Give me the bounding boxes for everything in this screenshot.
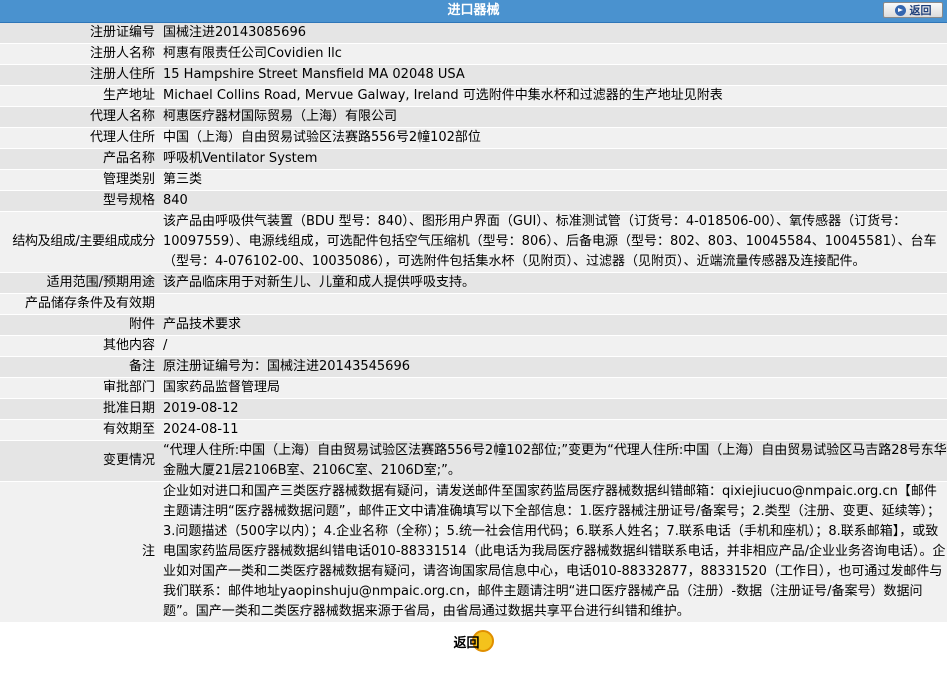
note-text: 企业如对进口和国产三类医疗器械数据有疑问，请发送邮件至国家药监局医疗器械数据纠错… [159, 481, 947, 623]
page-title: 进口器械 [447, 3, 500, 18]
field-value: 国械注进20143085696 [159, 23, 947, 44]
table-row: 产品储存条件及有效期 [0, 293, 947, 315]
table-row: 变更情况 “代理人住所:中国（上海）自由贸易试验区法赛路556号2幢102部位;”… [0, 440, 947, 482]
field-value: 柯惠医疗器材国际贸易（上海）有限公司 [159, 106, 947, 128]
table-row: 备注 原注册证编号为：国械注进20143545696 [0, 356, 947, 378]
field-value: 840 [159, 190, 947, 212]
field-value: 第三类 [159, 169, 947, 191]
table-row: 注册人名称 柯惠有限责任公司Covidien llc [0, 43, 947, 65]
field-value: 该产品临床用于对新生儿、儿童和成人提供呼吸支持。 [159, 272, 947, 294]
field-value: 2019-08-12 [159, 398, 947, 420]
field-value: 柯惠有限责任公司Covidien llc [159, 43, 947, 65]
field-value: 国家药品监督管理局 [159, 377, 947, 399]
table-row: 注册证编号 国械注进20143085696 [0, 23, 947, 44]
back-button-top[interactable]: 返回 [883, 2, 943, 18]
field-value: 呼吸机Ventilator System [159, 148, 947, 170]
field-label: 审批部门 [0, 377, 159, 399]
table-row: 有效期至 2024-08-11 [0, 419, 947, 441]
footer: 返回 [0, 623, 947, 659]
table-row: 附件 产品技术要求 [0, 314, 947, 336]
table-row: 代理人住所 中国（上海）自由贸易试验区法赛路556号2幢102部位 [0, 127, 947, 149]
field-label: 变更情况 [0, 440, 159, 482]
field-value: “代理人住所:中国（上海）自由贸易试验区法赛路556号2幢102部位;”变更为“… [159, 440, 947, 482]
field-value: 2024-08-11 [159, 419, 947, 441]
back-button-bottom[interactable]: 返回 [453, 630, 494, 652]
field-label: 产品储存条件及有效期 [0, 293, 159, 315]
table-row: 产品名称 呼吸机Ventilator System [0, 148, 947, 170]
back-button-bottom-label: 返回 [453, 635, 480, 651]
table-row: 型号规格 840 [0, 190, 947, 212]
field-value: / [159, 335, 947, 357]
table-row: 批准日期 2019-08-12 [0, 398, 947, 420]
field-label: 适用范围/预期用途 [0, 272, 159, 294]
field-label: 代理人住所 [0, 127, 159, 149]
table-row: 其他内容 / [0, 335, 947, 357]
field-label: 管理类别 [0, 169, 159, 191]
field-label: 备注 [0, 356, 159, 378]
field-label: 其他内容 [0, 335, 159, 357]
field-label: 附件 [0, 314, 159, 336]
table-row: 生产地址 Michael Collins Road, Mervue Galway,… [0, 85, 947, 107]
field-label: 生产地址 [0, 85, 159, 107]
field-label: 代理人名称 [0, 106, 159, 128]
table-row: 注企业如对进口和国产三类医疗器械数据有疑问，请发送邮件至国家药监局医疗器械数据纠… [0, 481, 947, 623]
field-value: 中国（上海）自由贸易试验区法赛路556号2幢102部位 [159, 127, 947, 149]
field-label: 注册人名称 [0, 43, 159, 65]
field-label: 有效期至 [0, 419, 159, 441]
detail-table: 注册证编号 国械注进20143085696 注册人名称 柯惠有限责任公司Covidi… [0, 23, 947, 623]
back-button-top-label: 返回 [909, 4, 932, 17]
field-value: 15 Hampshire Street Mansfield MA 02048 U… [159, 64, 947, 86]
arrow-right-icon [894, 4, 906, 16]
table-row: 审批部门 国家药品监督管理局 [0, 377, 947, 399]
table-row: 适用范围/预期用途 该产品临床用于对新生儿、儿童和成人提供呼吸支持。 [0, 272, 947, 294]
table-row: 注册人住所 15 Hampshire Street Mansfield MA 02… [0, 64, 947, 86]
page-header: 进口器械 返回 [0, 0, 947, 23]
table-row: 结构及组成/主要组成成分 该产品由呼吸供气装置（BDU 型号：840）、图形用户界… [0, 211, 947, 273]
field-label: 注册人住所 [0, 64, 159, 86]
field-label: 结构及组成/主要组成成分 [0, 211, 159, 273]
field-label: 批准日期 [0, 398, 159, 420]
field-value: 该产品由呼吸供气装置（BDU 型号：840）、图形用户界面（GUI）、标准测试管… [159, 211, 947, 273]
table-row: 代理人名称 柯惠医疗器材国际贸易（上海）有限公司 [0, 106, 947, 128]
field-label: 注 [0, 481, 159, 623]
field-value: 产品技术要求 [159, 314, 947, 336]
field-label: 产品名称 [0, 148, 159, 170]
table-row: 管理类别 第三类 [0, 169, 947, 191]
field-value: Michael Collins Road, Mervue Galway, Ire… [159, 85, 947, 107]
field-label: 注册证编号 [0, 23, 159, 44]
field-value [159, 293, 947, 315]
field-value: 原注册证编号为：国械注进20143545696 [159, 356, 947, 378]
field-label: 型号规格 [0, 190, 159, 212]
